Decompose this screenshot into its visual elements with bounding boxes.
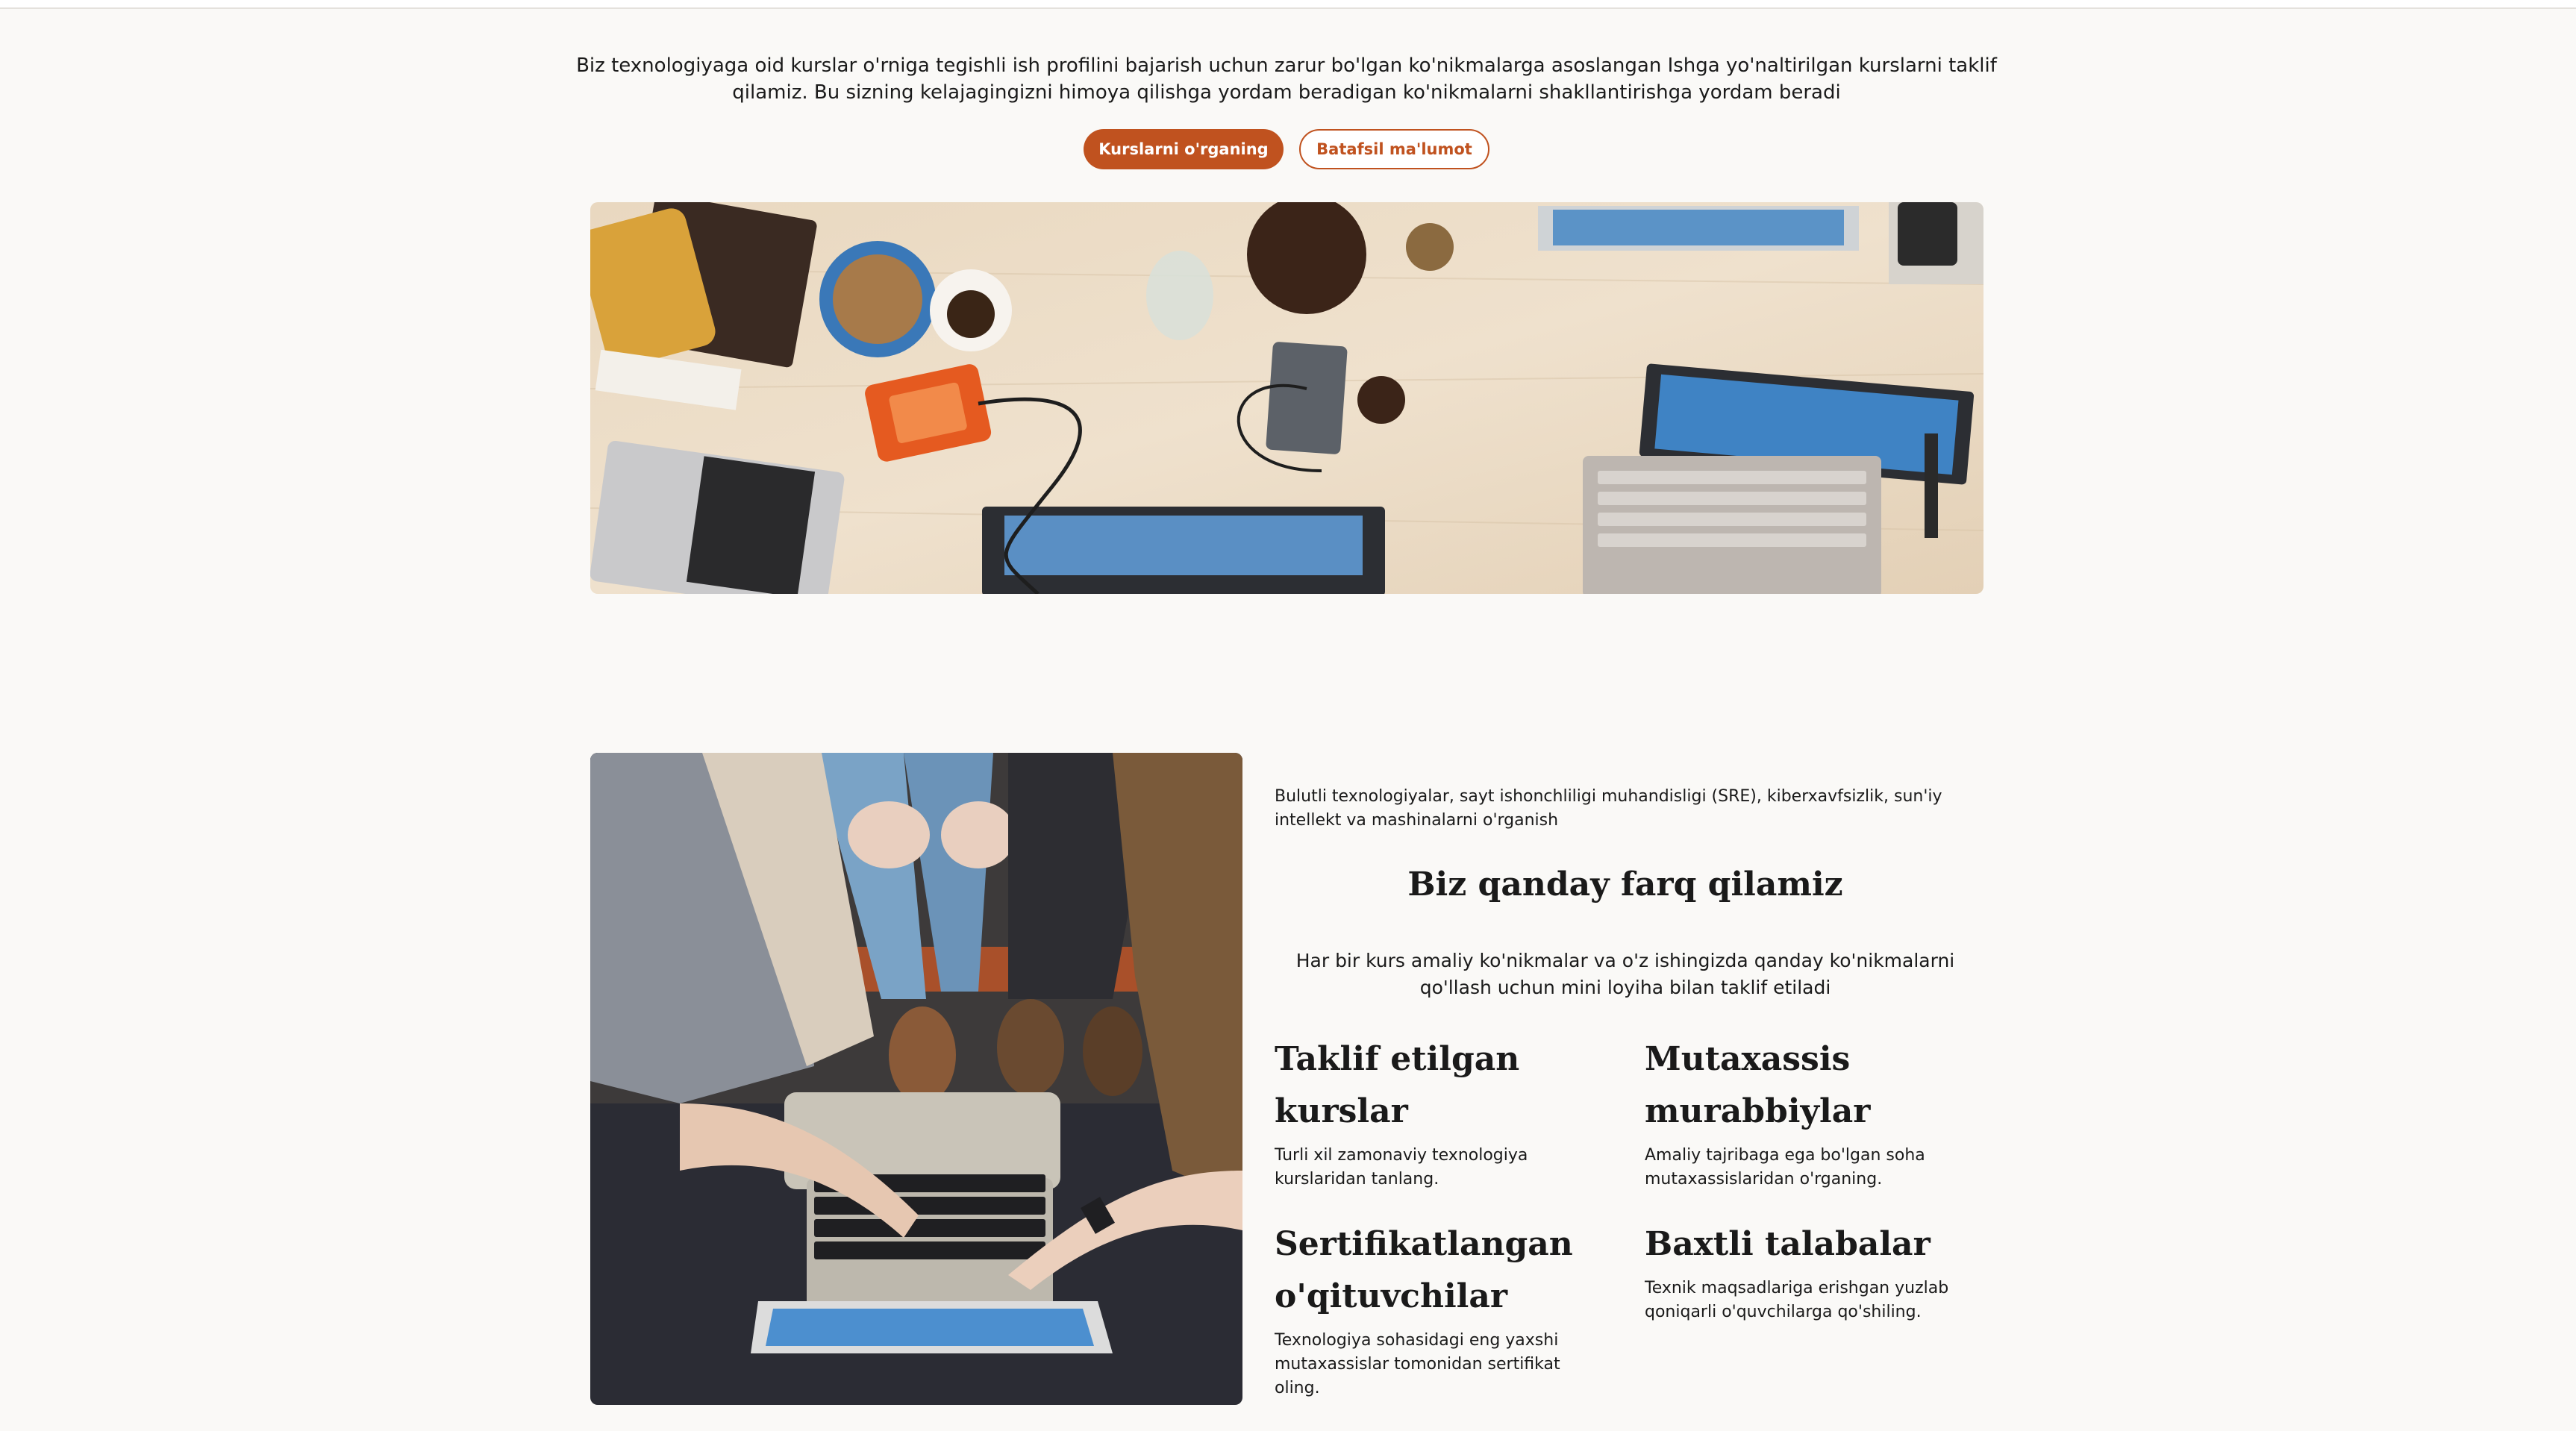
feature-text: Turli xil zamonaviy texnologiya kurslari… [1275, 1146, 1528, 1189]
feature-title: Mutaxassis murabbiylar [1645, 1040, 1871, 1130]
explore-courses-button[interactable]: Kurslarni o'rganing [1084, 129, 1284, 169]
section-title: Biz qanday farq qilamiz [1407, 865, 1843, 904]
students-laptop-image [590, 753, 1242, 1405]
hero-intro-text: Biz texnologiyaga oid kurslar o'rniga te… [576, 54, 1997, 104]
feature-happy-students: Baxtli talabalar Texnik maqsadlariga eri… [1645, 1218, 1981, 1324]
feature-offered-courses: Taklif etilgan kurslar Turli xil zamonav… [1275, 1033, 1610, 1192]
feature-text: Texnologiya sohasidagi eng yaxshi mutaxa… [1275, 1331, 1560, 1397]
feature-title: Sertifikatlangan o'qituvchilar [1275, 1225, 1573, 1315]
feature-text: Texnik maqsadlariga erishgan yuzlab qoni… [1645, 1279, 1949, 1321]
hero-image-desk-laptops [590, 202, 1983, 594]
feature-certified-teachers: Sertifikatlangan o'qituvchilar Texnologi… [1275, 1218, 1610, 1400]
feature-title: Taklif etilgan kurslar [1275, 1040, 1520, 1130]
section-description: Har bir kurs amaliy ko'nikmalar va o'z i… [1295, 950, 1955, 998]
learn-more-button[interactable]: Batafsil ma'lumot [1299, 129, 1489, 169]
feature-expert-mentors: Mutaxassis murabbiylar Amaliy tajribaga … [1645, 1033, 1981, 1192]
tech-tagline: Bulutli texnologiyalar, sayt ishonchlili… [1275, 787, 1942, 830]
feature-text: Amaliy tajribaga ega bo'lgan soha mutaxa… [1645, 1146, 1925, 1189]
feature-title: Baxtli talabalar [1645, 1225, 1931, 1263]
hero-heading: Texnologiya bo'yicha eng yaxshi ko'nikma… [590, 0, 1983, 9]
